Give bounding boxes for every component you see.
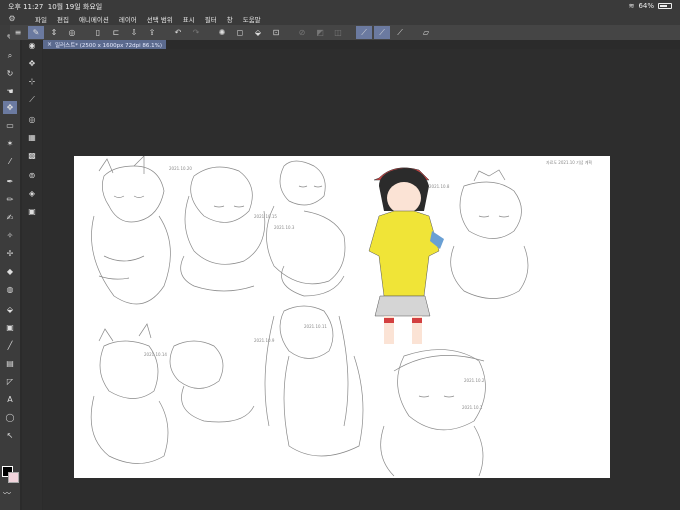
hand-icon[interactable]: ☚ <box>3 85 17 98</box>
app-settings-icon[interactable]: ⚙ <box>6 14 18 24</box>
pencil-icon[interactable]: ✏ <box>3 193 17 206</box>
transform-icon[interactable]: ⊡ <box>268 26 284 39</box>
gradient-icon[interactable]: ▣ <box>3 321 17 334</box>
transparent-color-icon[interactable]: 〰 <box>3 488 11 499</box>
snap-grid-icon[interactable]: ⟋ <box>392 26 408 39</box>
canvas[interactable]: 2021.10.20 2021.10.15 2021.10.3 2021.10.… <box>74 156 610 478</box>
brush-size-icon[interactable]: ⟋ <box>25 93 39 106</box>
document-title: 일러스트* (2500 x 1600px 72dpi 86.1%) <box>55 42 163 49</box>
status-time: 오후 11:27 10월 19일 화요일 <box>8 3 103 11</box>
new-icon[interactable]: ▯ <box>90 26 106 39</box>
move-icon[interactable]: ✥ <box>3 101 17 114</box>
color-wheel-icon[interactable]: ◎ <box>25 113 39 126</box>
figure-icon[interactable]: ╱ <box>3 339 17 352</box>
layer-icon[interactable]: ◈ <box>25 187 39 200</box>
menu-animation[interactable]: 애니메이션 <box>74 14 114 24</box>
note-5: 2021.10.14 <box>144 352 167 357</box>
sub-color-swatch[interactable] <box>8 472 19 483</box>
frame-icon[interactable]: ▤ <box>3 357 17 370</box>
menu-layer[interactable]: 레이어 <box>114 14 142 24</box>
fill-icon-cmd[interactable]: ⬙ <box>250 26 266 39</box>
clear-icon[interactable]: ◻ <box>232 26 248 39</box>
navigator-icon[interactable]: ◉ <box>25 39 39 52</box>
menu-filter[interactable]: 필터 <box>200 14 222 24</box>
menu-bar: ⚙ 파일 편집 애니메이션 레이어 선택 범위 표시 필터 창 도움말 <box>0 12 680 25</box>
intermediate-color-icon[interactable]: ▩ <box>25 149 39 162</box>
note-9: 2021.10.11 <box>304 324 327 329</box>
battery-percent: 64% <box>638 2 654 10</box>
tool-palette: ✎ ⌕ ↻ ☚ ✥ ▭ ✶ ⁄ ✒ ✏ ✍ ✧ ✢ ◆ ◍ ⬙ ▣ ╱ ▤ ◸ … <box>0 25 20 510</box>
dropdown-icon[interactable]: ⇕ <box>46 26 62 39</box>
command-bar: ≡ ✎ ⇕ ◎ ▯ ⊏ ⇩ ⇪ ↶ ↷ ✺ ◻ ⬙ ⊡ ⊘ ◩ ◫ ⟋ ⟋ ⟋ … <box>10 25 680 40</box>
sketches-illustration: 2021.10.20 2021.10.15 2021.10.3 2021.10.… <box>90 156 592 477</box>
eyedropper-icon[interactable]: ⁄ <box>3 155 17 168</box>
object-icon[interactable]: ⊹ <box>25 75 39 88</box>
note-8: 2021.10.1 <box>462 405 483 410</box>
material-icon[interactable]: ▣ <box>25 205 39 218</box>
brush-tool-icon[interactable]: ✍ <box>3 211 17 224</box>
undo-icon[interactable]: ↶ <box>170 26 186 39</box>
menu-window[interactable]: 창 <box>222 14 238 24</box>
save-icon[interactable]: ⇩ <box>126 26 142 39</box>
menu-selection[interactable]: 선택 범위 <box>142 14 178 24</box>
snap-special-icon[interactable]: ⟋ <box>374 26 390 39</box>
snap-ruler-icon[interactable]: ⟋ <box>356 26 372 39</box>
loading-icon[interactable]: ✺ <box>214 26 230 39</box>
export-icon[interactable]: ⇪ <box>144 26 160 39</box>
move-layer-icon[interactable]: ✥ <box>25 57 39 70</box>
wifi-icon: ≋ <box>628 2 635 10</box>
decoration-icon[interactable]: ✢ <box>3 247 17 260</box>
clip-studio-icon[interactable]: ◎ <box>64 26 80 39</box>
document-tab[interactable]: × 일러스트* (2500 x 1600px 72dpi 86.1%) <box>43 40 167 49</box>
balloon-icon[interactable]: ◯ <box>3 411 17 424</box>
note-3: 2021.10.3 <box>274 225 295 230</box>
menu-edit[interactable]: 편집 <box>52 14 74 24</box>
blend-icon[interactable]: ◍ <box>3 283 17 296</box>
status-bar: 오후 11:27 10월 19일 화요일 ≋ 64% <box>0 0 680 12</box>
invert-icon[interactable]: ◩ <box>312 26 328 39</box>
rotate-icon[interactable]: ↻ <box>3 67 17 80</box>
clear-outside-icon[interactable]: ◫ <box>330 26 346 39</box>
note-1: 2021.10.20 <box>169 166 192 171</box>
menu-view[interactable]: 표시 <box>178 14 200 24</box>
note-7: 2021.10.2 <box>464 378 485 383</box>
open-icon[interactable]: ⊏ <box>108 26 124 39</box>
note-6: 2021.10.9 <box>254 338 275 343</box>
correct-line-icon[interactable]: ↖ <box>3 429 17 442</box>
menu-file[interactable]: 파일 <box>30 14 52 24</box>
rect-select-icon[interactable]: ▭ <box>3 119 17 132</box>
note-4: 2021.10.8 <box>429 184 450 189</box>
more-icon[interactable]: ▱ <box>418 26 434 39</box>
magic-wand-icon[interactable]: ✶ <box>3 137 17 150</box>
header-note: 자료도 2021.10 기념 계획 <box>546 159 592 165</box>
fill-icon[interactable]: ⬙ <box>3 303 17 316</box>
pen-icon[interactable]: ✒ <box>3 175 17 188</box>
battery-icon <box>658 3 672 9</box>
note-2: 2021.10.15 <box>254 214 277 219</box>
brush-settings-icon[interactable]: ✎ <box>28 26 44 39</box>
zoom-icon[interactable]: ⌕ <box>3 49 17 62</box>
text-icon[interactable]: A <box>3 393 17 406</box>
ruler-icon[interactable]: ◸ <box>3 375 17 388</box>
menu-help[interactable]: 도움말 <box>238 14 266 24</box>
sub-tool-palette: ◉ ✥ ⊹ ⟋ ◎ ▦ ▩ ⊚ ◈ ▣ <box>22 36 42 510</box>
eraser-icon[interactable]: ◆ <box>3 265 17 278</box>
layer-property-icon[interactable]: ⊚ <box>25 169 39 182</box>
status-right: ≋ 64% <box>629 2 672 10</box>
close-icon[interactable]: × <box>47 41 52 48</box>
airbrush-icon[interactable]: ✧ <box>3 229 17 242</box>
menu-icon[interactable]: ≡ <box>10 26 26 39</box>
redo-icon[interactable]: ↷ <box>188 26 204 39</box>
color-set-icon[interactable]: ▦ <box>25 131 39 144</box>
deselect-icon[interactable]: ⊘ <box>294 26 310 39</box>
